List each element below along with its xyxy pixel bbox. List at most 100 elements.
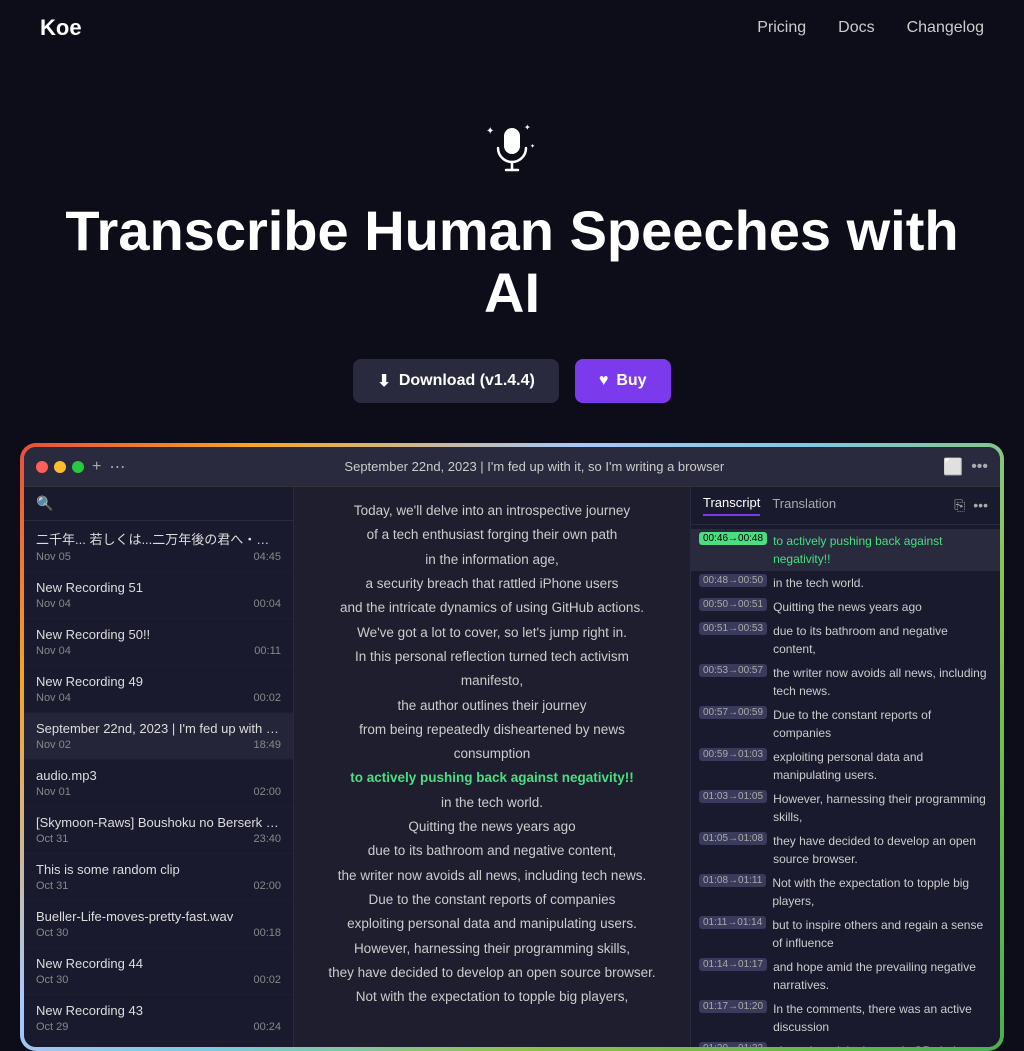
sidebar-item[interactable]: [Skymoon-Raws] Boushoku no Berserk - 04 … bbox=[24, 807, 293, 854]
line-text: due to its bathroom and negative content… bbox=[773, 622, 992, 658]
add-icon[interactable]: + bbox=[92, 458, 101, 476]
maximize-button[interactable] bbox=[72, 461, 84, 473]
sidebar-item-date: Nov 05 bbox=[36, 551, 71, 563]
right-panel-line[interactable]: 01:11→01:14 but to inspire others and re… bbox=[691, 913, 1000, 955]
app-window: + ⋯ September 22nd, 2023 | I'm fed up wi… bbox=[24, 447, 1000, 1047]
nav-changelog[interactable]: Changelog bbox=[907, 19, 984, 37]
right-panel-line[interactable]: 01:17→01:20 In the comments, there was a… bbox=[691, 997, 1000, 1039]
right-panel-line[interactable]: 00:59→01:03 exploiting personal data and… bbox=[691, 745, 1000, 787]
tab-translation[interactable]: Translation bbox=[772, 496, 836, 515]
titlebar-right-actions: ⬜ ••• bbox=[943, 457, 988, 477]
sidebar-item-date: Nov 04 bbox=[36, 598, 71, 610]
time-badge: 01:08→01:11 bbox=[699, 874, 766, 887]
hero-section: ✦ ✦ ✦ Transcribe Human Speeches with AI … bbox=[0, 56, 1024, 443]
tab-transcript[interactable]: Transcript bbox=[703, 495, 760, 516]
sidebar-item-date: Nov 04 bbox=[36, 692, 71, 704]
right-panel-line[interactable]: 00:48→00:50 in the tech world. bbox=[691, 571, 1000, 595]
buy-button[interactable]: ♥ Buy bbox=[575, 359, 671, 403]
sidebar-item-date: Oct 29 bbox=[36, 1021, 68, 1033]
titlebar: + ⋯ September 22nd, 2023 | I'm fed up wi… bbox=[24, 447, 1000, 487]
time-badge: 00:48→00:50 bbox=[699, 574, 767, 587]
hero-buttons: ⬇ Download (v1.4.4) ♥ Buy bbox=[353, 359, 670, 403]
transcript-line: from being repeatedly disheartened by ne… bbox=[318, 718, 666, 742]
sidebar-item[interactable]: This is some random clip Oct 31 02:00 bbox=[24, 854, 293, 901]
settings-icon[interactable]: ⋯ bbox=[109, 457, 125, 477]
svg-text:✦: ✦ bbox=[486, 126, 494, 137]
sidebar-item[interactable]: New Recording 44 Oct 30 00:02 bbox=[24, 948, 293, 995]
expand-icon[interactable]: ⬜ bbox=[943, 457, 963, 477]
transcript-lines: 00:46→00:48 to actively pushing back aga… bbox=[691, 525, 1000, 1047]
right-panel-line[interactable]: 00:46→00:48 to actively pushing back aga… bbox=[691, 529, 1000, 571]
line-text: exploiting personal data and manipulatin… bbox=[773, 748, 992, 784]
transcript-line: to actively pushing back against negativ… bbox=[318, 766, 666, 790]
sidebar-item-title: September 22nd, 2023 | I'm fed up with i… bbox=[36, 721, 281, 736]
sidebar-item[interactable]: New Recording 43 Oct 29 00:24 bbox=[24, 995, 293, 1042]
right-panel-line[interactable]: 01:03→01:05 However, harnessing their pr… bbox=[691, 787, 1000, 829]
sidebar-item-date: Oct 30 bbox=[36, 974, 68, 986]
time-badge: 00:51→00:53 bbox=[699, 622, 767, 635]
panel-more-icon[interactable]: ••• bbox=[973, 497, 988, 514]
time-badge: 01:05→01:08 bbox=[699, 832, 767, 845]
heart-icon: ♥ bbox=[599, 372, 609, 390]
app-body: 🔍 二千年... 若しくは...二万年後の君へ・・・.mp4 Nov 05 04… bbox=[24, 487, 1000, 1047]
sidebar-item-duration: 00:02 bbox=[253, 974, 281, 986]
sidebar-item[interactable]: 听众来信 #5 如何在业余时间学习技术.mp4 Oct 28 16:02 bbox=[24, 1042, 293, 1047]
line-text: in the tech world. bbox=[773, 574, 992, 592]
sidebar-item-title: Bueller-Life-moves-pretty-fast.wav bbox=[36, 909, 281, 924]
time-badge: 00:46→00:48 bbox=[699, 532, 767, 545]
transcript-line: exploiting personal data and manipulatin… bbox=[318, 912, 666, 936]
sidebar-item-meta: Nov 02 18:49 bbox=[36, 739, 281, 751]
sidebar-list: 二千年... 若しくは...二万年後の君へ・・・.mp4 Nov 05 04:4… bbox=[24, 521, 293, 1047]
right-panel-line[interactable]: 01:14→01:17 and hope amid the prevailing… bbox=[691, 955, 1000, 997]
sidebar-item[interactable]: Bueller-Life-moves-pretty-fast.wav Oct 3… bbox=[24, 901, 293, 948]
right-panel-line[interactable]: 01:08→01:11 Not with the expectation to … bbox=[691, 871, 1000, 913]
right-panel-line[interactable]: 01:05→01:08 they have decided to develop… bbox=[691, 829, 1000, 871]
sidebar-item[interactable]: New Recording 50!! Nov 04 00:11 bbox=[24, 619, 293, 666]
sidebar-item-title: 二千年... 若しくは...二万年後の君へ・・・.mp4 bbox=[36, 529, 281, 548]
download-button[interactable]: ⬇ Download (v1.4.4) bbox=[353, 359, 558, 403]
sidebar-item-date: Nov 02 bbox=[36, 739, 71, 751]
time-badge: 01:20→01:23 bbox=[699, 1042, 767, 1047]
sidebar-item[interactable]: New Recording 49 Nov 04 00:02 bbox=[24, 666, 293, 713]
sidebar-item-meta: Nov 04 00:11 bbox=[36, 645, 281, 657]
close-button[interactable] bbox=[36, 461, 48, 473]
copy-icon[interactable]: ⎘ bbox=[954, 497, 965, 514]
right-panel-line[interactable]: 00:57→00:59 Due to the constant reports … bbox=[691, 703, 1000, 745]
sidebar-item-duration: 00:24 bbox=[253, 1021, 281, 1033]
time-badge: 00:53→00:57 bbox=[699, 664, 767, 677]
line-text: they have decided to develop an open sou… bbox=[773, 832, 992, 868]
sidebar-item-meta: Nov 04 00:02 bbox=[36, 692, 281, 704]
right-panel-line[interactable]: 00:53→00:57 the writer now avoids all ne… bbox=[691, 661, 1000, 703]
sidebar-search-icon[interactable]: 🔍 bbox=[36, 495, 53, 512]
main-area: Today, we'll delve into an introspective… bbox=[294, 487, 690, 1047]
sidebar-item-date: Nov 04 bbox=[36, 645, 71, 657]
more-icon[interactable]: ••• bbox=[971, 458, 988, 476]
app-screenshot: + ⋯ September 22nd, 2023 | I'm fed up wi… bbox=[20, 443, 1004, 1051]
sidebar-item[interactable]: 二千年... 若しくは...二万年後の君へ・・・.mp4 Nov 05 04:4… bbox=[24, 521, 293, 572]
sidebar: 🔍 二千年... 若しくは...二万年後の君へ・・・.mp4 Nov 05 04… bbox=[24, 487, 294, 1047]
right-panel-line[interactable]: 00:51→00:53 due to its bathroom and nega… bbox=[691, 619, 1000, 661]
right-panel-line[interactable]: 00:50→00:51 Quitting the news years ago bbox=[691, 595, 1000, 619]
time-badge: 01:11→01:14 bbox=[699, 916, 766, 929]
time-badge: 00:50→00:51 bbox=[699, 598, 767, 611]
nav-pricing[interactable]: Pricing bbox=[757, 19, 806, 37]
main-transcript: Today, we'll delve into an introspective… bbox=[294, 487, 690, 1047]
sidebar-item-date: Nov 01 bbox=[36, 786, 71, 798]
sidebar-item[interactable]: September 22nd, 2023 | I'm fed up with i… bbox=[24, 713, 293, 760]
sidebar-item-meta: Oct 30 00:18 bbox=[36, 927, 281, 939]
sidebar-item-duration: 18:49 bbox=[253, 739, 281, 751]
sidebar-item-duration: 02:00 bbox=[253, 880, 281, 892]
sidebar-item[interactable]: audio.mp3 Nov 01 02:00 bbox=[24, 760, 293, 807]
sidebar-item-title: This is some random clip bbox=[36, 862, 281, 877]
sidebar-item-date: Oct 30 bbox=[36, 927, 68, 939]
sidebar-item-meta: Oct 29 00:24 bbox=[36, 1021, 281, 1033]
line-text: to actively pushing back against negativ… bbox=[773, 532, 992, 568]
nav-links: Pricing Docs Changelog bbox=[757, 19, 984, 37]
time-badge: 01:14→01:17 bbox=[699, 958, 767, 971]
sidebar-item-duration: 00:11 bbox=[254, 645, 281, 657]
minimize-button[interactable] bbox=[54, 461, 66, 473]
sidebar-item[interactable]: New Recording 51 Nov 04 00:04 bbox=[24, 572, 293, 619]
line-text: However, harnessing their programming sk… bbox=[773, 790, 992, 826]
right-panel-line[interactable]: 01:20→01:23 about the original poster's … bbox=[691, 1039, 1000, 1047]
nav-docs[interactable]: Docs bbox=[838, 19, 874, 37]
